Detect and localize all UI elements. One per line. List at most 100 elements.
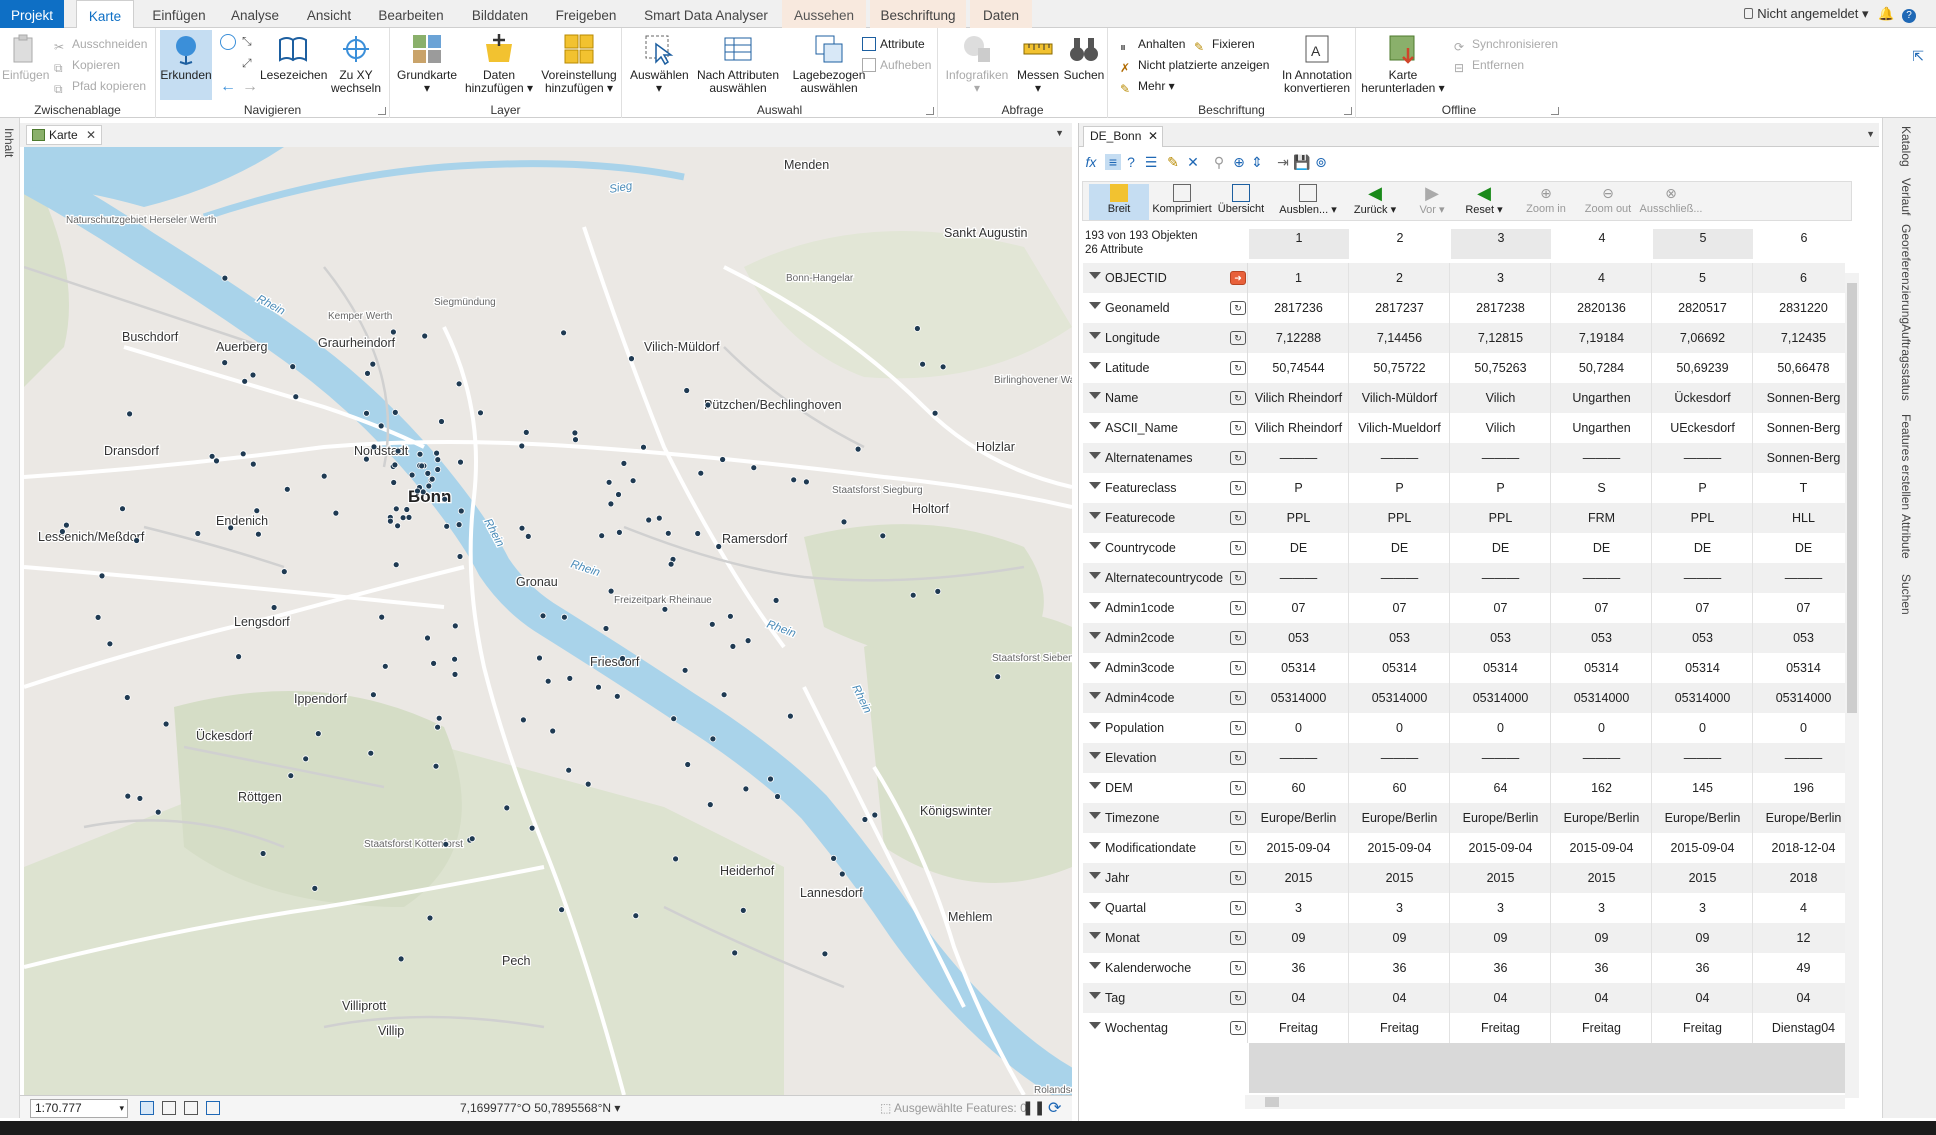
tab-ansicht[interactable]: Ansicht	[298, 0, 360, 28]
table-cell[interactable]: ———	[1653, 443, 1753, 473]
tab-daten[interactable]: Daten	[970, 0, 1032, 28]
feature-point[interactable]	[664, 529, 672, 537]
feature-point[interactable]	[364, 369, 371, 377]
table-cell[interactable]: PPL	[1350, 503, 1450, 533]
attribute-row[interactable]: Monat ↻ 09 09 09 09 09 12	[1083, 923, 1845, 953]
table-cell[interactable]: 36	[1552, 953, 1652, 983]
close-icon[interactable]: ✕	[86, 126, 96, 145]
fixed-zoom-out-icon[interactable]: ⤢	[242, 56, 258, 72]
feature-point[interactable]	[914, 325, 921, 332]
feature-point[interactable]	[457, 507, 465, 515]
table-cell[interactable]: 0	[1754, 713, 1845, 743]
back-arrow-icon[interactable]: ←	[220, 78, 236, 96]
table-cell[interactable]: 07	[1350, 593, 1450, 623]
table-cell[interactable]: 7,12435	[1754, 323, 1845, 353]
filter-icon[interactable]	[1089, 422, 1101, 429]
table-cell[interactable]: DE	[1552, 533, 1652, 563]
table-cell[interactable]: ———	[1249, 743, 1349, 773]
table-cell[interactable]: 2015-09-04	[1552, 833, 1652, 863]
table-cell[interactable]: 50,66478	[1754, 353, 1845, 383]
feature-point[interactable]	[391, 461, 399, 469]
feature-point[interactable]	[655, 514, 663, 522]
table-cell[interactable]: 2820136	[1552, 293, 1652, 323]
feature-point[interactable]	[416, 450, 424, 458]
table-cell[interactable]: 2018-12-04	[1754, 833, 1845, 863]
feature-point[interactable]	[441, 495, 449, 503]
wide-view-button[interactable]: Breit	[1089, 184, 1149, 220]
feature-point[interactable]	[432, 762, 440, 770]
feature-point[interactable]	[704, 401, 712, 409]
table-cell[interactable]: Europe/Berlin	[1350, 803, 1450, 833]
column-header[interactable]: 6	[1754, 229, 1854, 259]
table-cell[interactable]: 05314	[1754, 653, 1845, 683]
feature-point[interactable]	[289, 363, 297, 371]
field-name-cell[interactable]: Name ↻	[1083, 383, 1248, 413]
table-cell[interactable]: Freitag	[1451, 1013, 1551, 1043]
table-cell[interactable]: Freitag	[1350, 1013, 1450, 1043]
column-header[interactable]: 3	[1451, 229, 1551, 259]
feature-point[interactable]	[443, 522, 451, 530]
feature-point[interactable]	[259, 850, 267, 857]
attribute-row[interactable]: Alternatecountrycode ↻ ——— ——— ——— ——— ——— ———	[1083, 563, 1845, 593]
feature-point[interactable]	[616, 528, 623, 536]
lock-labels-button[interactable]: ✎ Fixieren	[1194, 34, 1255, 54]
feature-point[interactable]	[661, 605, 669, 613]
tab-projekt[interactable]: Projekt	[0, 0, 64, 28]
table-cell[interactable]: 05314000	[1754, 683, 1845, 713]
table-cell[interactable]: 2015	[1552, 863, 1652, 893]
feature-point[interactable]	[939, 363, 947, 371]
layout-icon[interactable]	[162, 1101, 176, 1115]
horizontal-scrollbar[interactable]	[1245, 1095, 1845, 1109]
table-cell[interactable]: 2018	[1754, 863, 1845, 893]
feature-point[interactable]	[433, 449, 441, 457]
feature-point[interactable]	[715, 543, 723, 550]
select-by-location-button[interactable]: Lagebezogen auswählen	[788, 32, 870, 95]
feature-point[interactable]	[584, 780, 592, 788]
feature-point[interactable]	[558, 906, 565, 914]
feature-point[interactable]	[931, 409, 939, 417]
table-cell[interactable]: 053	[1451, 623, 1551, 653]
zoom-to-icon[interactable]: ⇕	[1249, 154, 1265, 170]
field-name-cell[interactable]: Population ↻	[1083, 713, 1248, 743]
filter-icon[interactable]	[1089, 662, 1101, 669]
column-header[interactable]: 4	[1552, 229, 1652, 259]
feature-point[interactable]	[451, 671, 459, 678]
feature-point[interactable]	[320, 472, 328, 480]
forward-arrow-icon[interactable]: →	[242, 78, 258, 96]
job-status-pane-tab[interactable]: Auftragsstatus	[1899, 324, 1913, 401]
pause-drawing-icon[interactable]: ❚❚	[1022, 1099, 1045, 1116]
table-cell[interactable]: 05314000	[1350, 683, 1450, 713]
help-icon[interactable]: ?	[1902, 9, 1916, 23]
feature-point[interactable]	[706, 801, 714, 808]
feature-point[interactable]	[241, 377, 249, 385]
sync-icon[interactable]: ⊚	[1313, 154, 1329, 170]
contents-pane-tab[interactable]: Inhalt	[2, 128, 16, 157]
field-name-cell[interactable]: Elevation ↻	[1083, 743, 1248, 773]
add-data-button[interactable]: Daten hinzufügen ▾	[462, 32, 536, 95]
feature-point[interactable]	[426, 914, 434, 922]
attribute-row[interactable]: Wochentag ↻ Freitag Freitag Freitag Freitag Fr…	[1083, 1013, 1845, 1043]
feature-point[interactable]	[394, 447, 402, 455]
table-cell[interactable]: P	[1451, 473, 1551, 503]
table-cell[interactable]: Europe/Berlin	[1754, 803, 1845, 833]
infographics-button[interactable]: Infografiken ▾	[944, 32, 1010, 95]
table-cell[interactable]: 3	[1552, 893, 1652, 923]
table-cell[interactable]: 50,75722	[1350, 353, 1450, 383]
filter-icon[interactable]	[1089, 992, 1101, 999]
feature-point[interactable]	[434, 466, 442, 473]
table-cell[interactable]: 7,12288	[1249, 323, 1349, 353]
table-cell[interactable]: 04	[1653, 983, 1753, 1013]
attributes-button[interactable]: Attribute	[862, 34, 925, 54]
feature-point[interactable]	[739, 907, 747, 914]
table-cell[interactable]: 053	[1249, 623, 1349, 653]
more-labels-button[interactable]: ✎ Mehr ▾	[1120, 76, 1175, 96]
field-options-icon[interactable]: ↻	[1230, 1021, 1246, 1035]
table-cell[interactable]: 053	[1552, 623, 1652, 653]
table-cell[interactable]: 64	[1451, 773, 1551, 803]
feature-point[interactable]	[425, 482, 433, 490]
attribute-row[interactable]: Admin4code ↻ 05314000 05314000 05314000 05314…	[1083, 683, 1845, 713]
table-cell[interactable]: Ückesdorf	[1653, 383, 1753, 413]
field-options-icon[interactable]: ↻	[1230, 901, 1246, 915]
table-cell[interactable]: 04	[1754, 983, 1845, 1013]
field-options-icon[interactable]: ↻	[1230, 301, 1246, 315]
